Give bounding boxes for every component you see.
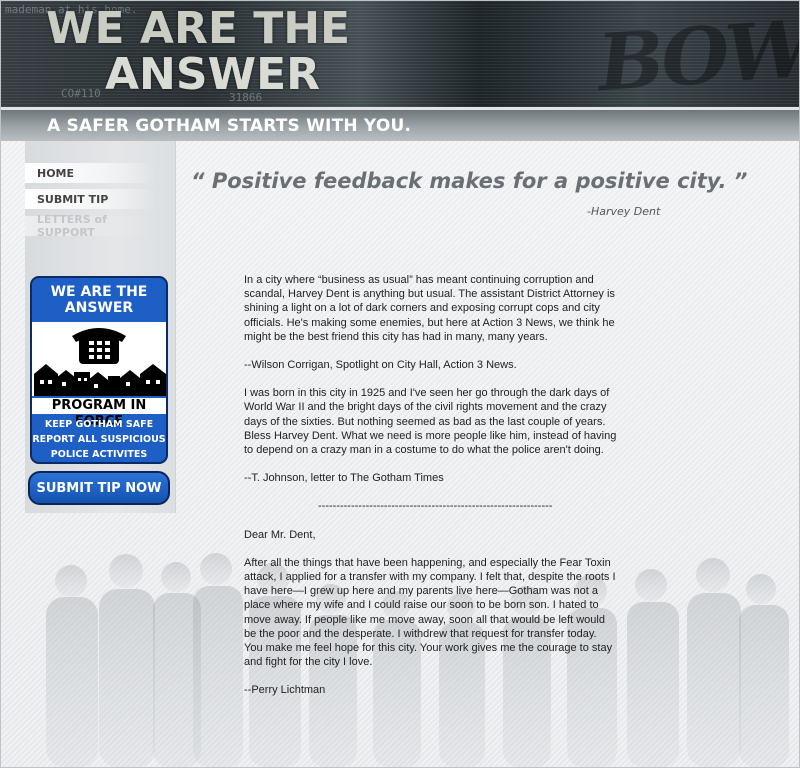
- site-title-line1: WE ARE THE: [46, 3, 351, 54]
- nav-letters-of-support[interactable]: LETTERS of SUPPORT: [25, 213, 155, 239]
- badge-line2: REPORT ALL SUSPICIOUS: [32, 434, 166, 445]
- article-paragraph: In a city where “business as usual” has …: [244, 274, 615, 343]
- tagline-bar: A SAFER GOTHAM STARTS WITH YOU.: [1, 107, 799, 141]
- page: mademan at his home. CO#110 31866 BOW WE…: [0, 0, 800, 768]
- sidebar: HOME SUBMIT TIP LETTERS of SUPPORT WE AR…: [25, 141, 176, 513]
- program-badge: WE ARE THE ANSWER PROGRAM IN FORCE KEEP …: [30, 276, 168, 464]
- banner-graffiti: BOW: [595, 3, 799, 107]
- article-paragraph: I was born in this city in 1925 and I've…: [244, 387, 617, 457]
- badge-title: WE ARE THE ANSWER: [32, 284, 166, 316]
- badge-title-line1: WE ARE THE: [50, 284, 148, 300]
- site-title-line2: ANSWER: [105, 49, 321, 100]
- article-divider: ----------------------------------------…: [318, 500, 553, 513]
- article-paragraph: --Wilson Corrigan, Spotlight on City Hal…: [244, 359, 517, 372]
- badge-title-line2: ANSWER: [64, 300, 134, 316]
- nav-submit-tip[interactable]: SUBMIT TIP: [25, 189, 155, 209]
- banner-scrawl: CO#110: [61, 87, 101, 100]
- badge-subtext: KEEP GOTHAM SAFE REPORT ALL SUSPICIOUS P…: [32, 417, 166, 462]
- badge-program-text: PROGRAM IN FORCE: [32, 398, 166, 429]
- article-paragraph: After all the things that have been happ…: [244, 556, 616, 669]
- header-banner: mademan at his home. CO#110 31866 BOW WE…: [1, 1, 799, 107]
- badge-line3: POLICE ACTIVITES: [50, 449, 148, 460]
- article-paragraph: --T. Johnson, letter to The Gotham Times: [244, 472, 444, 485]
- article-paragraph: --Perry Lichtman: [244, 684, 326, 697]
- feature-quote: “ Positive feedback makes for a positive…: [191, 169, 748, 193]
- letters-article: In a city where “business as usual” has …: [244, 273, 618, 712]
- quote-attribution: -Harvey Dent: [587, 205, 661, 218]
- tagline-text: A SAFER GOTHAM STARTS WITH YOU.: [47, 116, 412, 136]
- submit-tip-now-button[interactable]: SUBMIT TIP NOW: [28, 471, 170, 505]
- nav-home[interactable]: HOME: [25, 163, 155, 183]
- article-paragraph: Dear Mr. Dent,: [244, 528, 316, 541]
- badge-line1: KEEP GOTHAM SAFE: [44, 419, 154, 430]
- telephone-city-icon: [32, 322, 166, 396]
